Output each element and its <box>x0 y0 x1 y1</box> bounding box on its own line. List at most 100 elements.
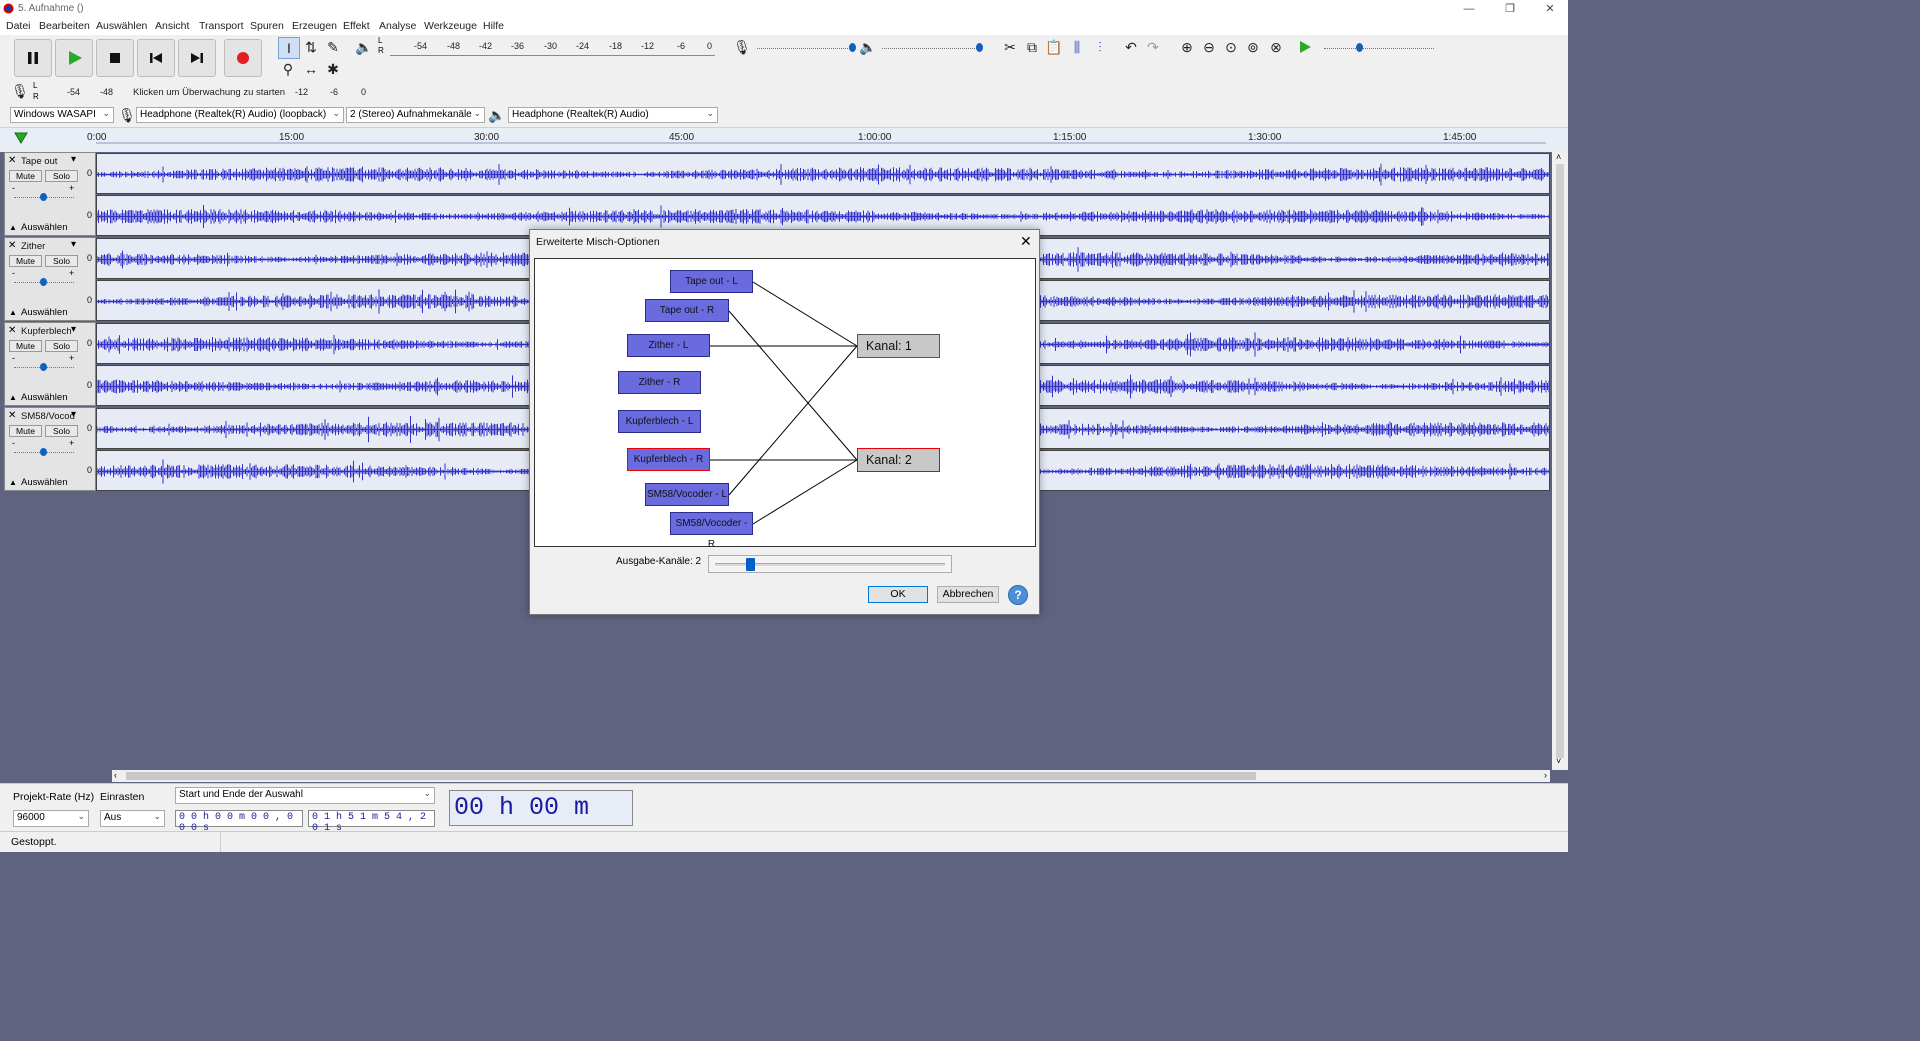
gain-slider-thumb[interactable] <box>40 278 47 286</box>
gain-slider-thumb[interactable] <box>40 193 47 201</box>
solo-button[interactable]: Solo <box>45 425 78 437</box>
play-speed-slider[interactable] <box>1324 48 1434 50</box>
draw-tool-icon[interactable]: ✎ <box>323 37 343 57</box>
source-sm58-vocoder-l[interactable]: SM58/Vocoder - L <box>645 483 729 506</box>
track-menu-chevron-icon[interactable]: ▾ <box>71 324 76 335</box>
silence-icon[interactable]: ⫶ <box>1090 37 1110 57</box>
mute-button[interactable]: Mute <box>9 425 42 437</box>
skip-start-button[interactable] <box>137 39 175 77</box>
scroll-left-icon[interactable]: ‹ <box>114 770 117 780</box>
menu-ansicht[interactable]: Ansicht <box>155 20 189 32</box>
track-close-icon[interactable]: ✕ <box>8 325 16 336</box>
solo-button[interactable]: Solo <box>45 170 78 182</box>
source-zither-l[interactable]: Zither - L <box>627 334 710 357</box>
close-window-icon[interactable]: ✕ <box>1543 2 1557 16</box>
track-close-icon[interactable]: ✕ <box>8 240 16 251</box>
mix-matrix-canvas[interactable]: Tape out - L Tape out - R Zither - L Zit… <box>534 258 1036 550</box>
source-tape-out-r[interactable]: Tape out - R <box>645 299 729 322</box>
audio-host-select[interactable]: Windows WASAPI ⌄ <box>10 107 114 123</box>
timeline-ruler[interactable]: 0:00 15:00 30:00 45:00 1:00:00 1:15:00 1… <box>0 128 1568 152</box>
track-menu-chevron-icon[interactable]: ▾ <box>71 239 76 250</box>
zoom-in-icon[interactable]: ⊕ <box>1177 37 1197 57</box>
collapse-track-icon[interactable]: ▲ <box>9 478 17 487</box>
output-channels-slider[interactable] <box>708 555 952 573</box>
selection-start-time[interactable]: 0 0 h 0 0 m 0 0 , 0 0 0 s <box>175 810 303 834</box>
track-name[interactable]: Tape out <box>21 156 57 167</box>
cancel-button[interactable]: Abbrechen <box>937 586 999 603</box>
menu-erzeugen[interactable]: Erzeugen <box>292 20 337 32</box>
source-sm58-vocoder-r[interactable]: SM58/Vocoder - R <box>670 512 753 550</box>
trim-icon[interactable]: ⫼ <box>1067 37 1087 57</box>
output-channel-2[interactable]: Kanal: 2 <box>857 448 940 472</box>
menu-werkzeuge[interactable]: Werkzeuge <box>424 20 477 32</box>
gain-slider-thumb[interactable] <box>40 448 47 456</box>
fit-project-icon[interactable]: ⊚ <box>1243 37 1263 57</box>
select-track-button[interactable]: Auswählen <box>21 477 67 488</box>
waveform-channel[interactable] <box>96 153 1550 194</box>
collapse-track-icon[interactable]: ▲ <box>9 393 17 402</box>
track-name[interactable]: Zither <box>21 241 45 252</box>
pause-button[interactable] <box>14 39 52 77</box>
solo-button[interactable]: Solo <box>45 340 78 352</box>
track-control-panel[interactable]: ✕ Tape out ▾ Mute Solo - + ▲ Auswählen <box>4 152 96 236</box>
mute-button[interactable]: Mute <box>9 255 42 267</box>
channels-select[interactable]: 2 (Stereo) Aufnahmekanäle ⌄ <box>346 107 485 123</box>
scroll-up-icon[interactable]: ˄ <box>1556 152 1561 162</box>
track-menu-chevron-icon[interactable]: ▾ <box>71 409 76 420</box>
track-menu-chevron-icon[interactable]: ▾ <box>71 154 76 165</box>
track-control-panel[interactable]: ✕ SM58/Vocod ▾ Mute Solo - + ▲ Auswählen <box>4 407 96 491</box>
playback-meter[interactable]: -54 -48 -42 -36 -30 -24 -18 -12 -6 0 <box>390 39 715 56</box>
zoom-toggle-icon[interactable]: ⊗ <box>1266 37 1286 57</box>
track-close-icon[interactable]: ✕ <box>8 155 16 166</box>
restore-icon[interactable]: ❐ <box>1503 2 1517 16</box>
menu-analyse[interactable]: Analyse <box>379 20 416 32</box>
vertical-scrollbar[interactable]: ˄ ˅ <box>1552 152 1568 770</box>
menu-bearbeiten[interactable]: Bearbeiten <box>39 20 90 32</box>
paste-icon[interactable]: 📋 <box>1044 37 1064 57</box>
undo-icon[interactable]: ↶ <box>1121 37 1141 57</box>
menu-auswaehlen[interactable]: Auswählen <box>96 20 147 32</box>
minimize-icon[interactable]: — <box>1462 2 1476 16</box>
source-tape-out-l[interactable]: Tape out - L <box>670 270 753 293</box>
zoom-tool-icon[interactable]: ⚲ <box>278 59 298 79</box>
timeshift-tool-icon[interactable]: ↔ <box>301 59 321 79</box>
mute-button[interactable]: Mute <box>9 340 42 352</box>
multi-tool-icon[interactable]: ✱ <box>323 59 343 79</box>
record-meter[interactable]: -54 -48 Klicken um Überwachung zu starte… <box>43 85 368 101</box>
playback-device-select[interactable]: Headphone (Realtek(R) Audio) ⌄ <box>508 107 718 123</box>
horizontal-scroll-thumb[interactable] <box>126 772 1256 780</box>
track-name[interactable]: Kupferblech <box>21 326 72 337</box>
select-track-button[interactable]: Auswählen <box>21 307 67 318</box>
source-kupferblech-r[interactable]: Kupferblech - R <box>627 448 710 471</box>
source-kupferblech-l[interactable]: Kupferblech - L <box>618 410 701 433</box>
select-track-button[interactable]: Auswählen <box>21 392 67 403</box>
selection-end-time[interactable]: 0 1 h 5 1 m 5 4 , 2 0 1 s <box>308 810 435 834</box>
redo-icon[interactable]: ↷ <box>1143 37 1163 57</box>
solo-button[interactable]: Solo <box>45 255 78 267</box>
collapse-track-icon[interactable]: ▲ <box>9 223 17 232</box>
play-at-speed-button[interactable] <box>1298 40 1312 57</box>
play-button[interactable] <box>55 39 93 77</box>
mute-button[interactable]: Mute <box>9 170 42 182</box>
source-zither-r[interactable]: Zither - R <box>618 371 701 394</box>
cut-icon[interactable]: ✂ <box>1000 37 1020 57</box>
menu-transport[interactable]: Transport <box>199 20 244 32</box>
help-icon[interactable]: ? <box>1008 585 1028 605</box>
menu-spuren[interactable]: Spuren <box>250 20 284 32</box>
recording-volume-thumb[interactable] <box>849 43 856 52</box>
output-channel-1[interactable]: Kanal: 1 <box>857 334 940 358</box>
select-track-button[interactable]: Auswählen <box>21 222 67 233</box>
track-close-icon[interactable]: ✕ <box>8 410 16 421</box>
snap-select[interactable]: Aus ⌄ <box>100 810 165 827</box>
audio-position-display[interactable]: 00 h 00 m 00 s <box>449 790 633 856</box>
playback-volume-thumb[interactable] <box>976 43 983 52</box>
play-speed-thumb[interactable] <box>1356 43 1363 52</box>
speaker-icon[interactable]: 🔈 <box>354 37 374 57</box>
collapse-track-icon[interactable]: ▲ <box>9 308 17 317</box>
record-button[interactable] <box>224 39 262 77</box>
menu-effekt[interactable]: Effekt <box>343 20 370 32</box>
playback-volume-slider[interactable] <box>882 48 977 50</box>
horizontal-scrollbar[interactable]: ‹ › <box>112 770 1550 782</box>
output-channels-thumb[interactable] <box>746 558 755 571</box>
vertical-scroll-thumb[interactable] <box>1556 164 1564 758</box>
